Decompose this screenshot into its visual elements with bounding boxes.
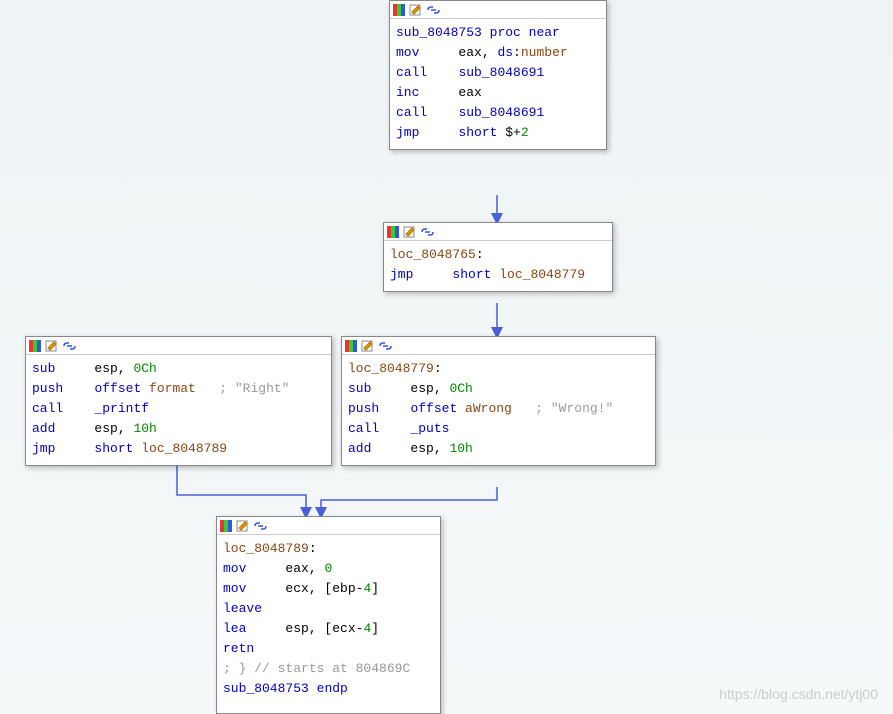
edit-icon[interactable]	[409, 3, 424, 17]
node-header	[342, 337, 655, 355]
node-body[interactable]: loc_8048765:jmp short loc_8048779	[384, 241, 612, 291]
graph-node-sub-8048753[interactable]: sub_8048753 proc nearmov eax, ds:numberc…	[389, 0, 607, 150]
node-header	[26, 337, 331, 355]
graph-node-loc-8048789[interactable]: loc_8048789:mov eax, 0mov ecx, [ebp-4]le…	[216, 516, 441, 714]
link-icon[interactable]	[62, 339, 77, 353]
edit-icon[interactable]	[403, 225, 418, 239]
graph-node-loc-8048765[interactable]: loc_8048765:jmp short loc_8048779	[383, 222, 613, 292]
link-icon[interactable]	[253, 519, 268, 533]
watermark: https://blog.csdn.net/ytj00	[719, 686, 878, 702]
link-icon[interactable]	[420, 225, 435, 239]
node-body[interactable]: sub_8048753 proc nearmov eax, ds:numberc…	[390, 19, 606, 149]
color-icon[interactable]	[386, 225, 401, 239]
color-icon[interactable]	[392, 3, 407, 17]
color-icon[interactable]	[344, 339, 359, 353]
edit-icon[interactable]	[361, 339, 376, 353]
link-icon[interactable]	[426, 3, 441, 17]
node-body[interactable]: loc_8048779:sub esp, 0Chpush offset aWro…	[342, 355, 655, 465]
edit-icon[interactable]	[45, 339, 60, 353]
node-header	[384, 223, 612, 241]
graph-node-right[interactable]: sub esp, 0Chpush offset format ; "Right"…	[25, 336, 332, 466]
node-header	[390, 1, 606, 19]
link-icon[interactable]	[378, 339, 393, 353]
edit-icon[interactable]	[236, 519, 251, 533]
color-icon[interactable]	[219, 519, 234, 533]
graph-node-loc-8048779[interactable]: loc_8048779:sub esp, 0Chpush offset aWro…	[341, 336, 656, 466]
node-header	[217, 517, 440, 535]
color-icon[interactable]	[28, 339, 43, 353]
node-body[interactable]: sub esp, 0Chpush offset format ; "Right"…	[26, 355, 331, 465]
node-body[interactable]: loc_8048789:mov eax, 0mov ecx, [ebp-4]le…	[217, 535, 440, 705]
